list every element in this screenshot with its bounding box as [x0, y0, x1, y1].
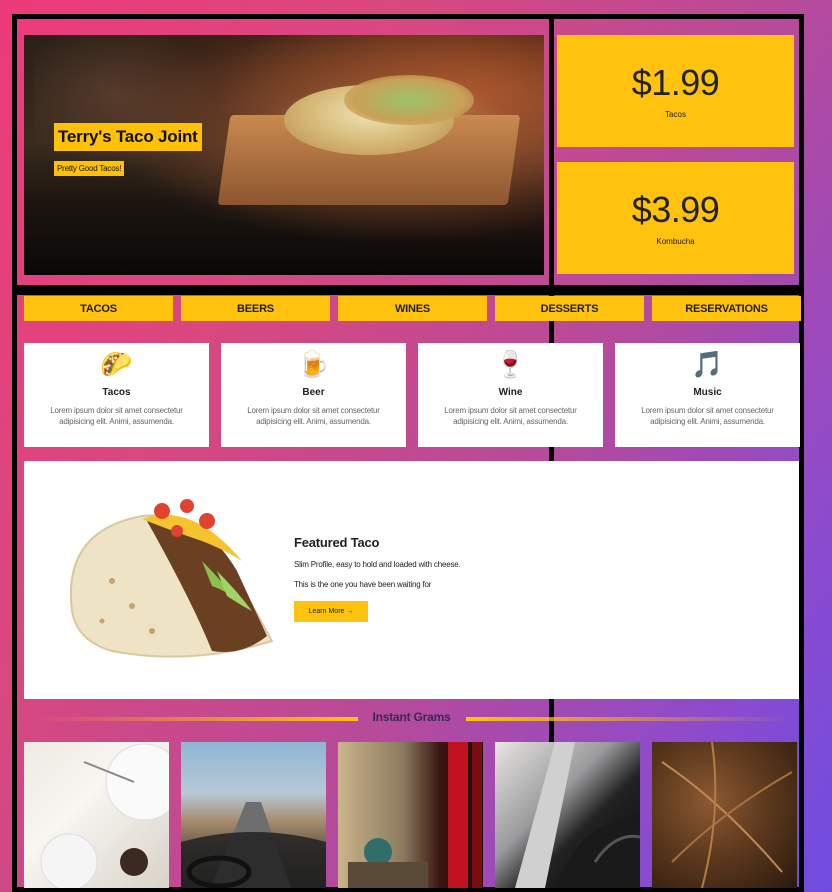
feature-text: Lorem ipsum dolor sit amet consectetur a… [444, 406, 577, 426]
main-nav: TACOS BEERS WINES DESSERTS RESERVATIONS [24, 296, 801, 321]
featured-taco-section: Featured Taco Slim Profile, easy to hold… [24, 461, 799, 699]
nav-wines[interactable]: WINES [338, 296, 487, 321]
price-amount: $1.99 [631, 62, 720, 103]
architecture-photo[interactable] [495, 742, 640, 888]
wine-icon: 🍷 [494, 349, 527, 379]
instant-grams-header: Instant Grams [24, 709, 799, 727]
feature-title: Beer [302, 387, 325, 398]
feature-card-tacos: 🌮 Tacos Lorem ipsum dolor sit amet conse… [24, 343, 209, 447]
instant-grams-gallery [24, 742, 797, 888]
exchange-sign-photo-art [348, 742, 482, 888]
hero-banner: Terry's Taco Joint Pretty Good Tacos! [24, 35, 544, 275]
nav-desserts[interactable]: DESSERTS [495, 296, 644, 321]
nav-beers[interactable]: BEERS [181, 296, 330, 321]
featured-description-2: This is the one you have been waiting fo… [294, 580, 432, 589]
price-card-tacos: $1.99 Tacos [557, 35, 794, 147]
beer-icon: 🍺 [297, 349, 330, 379]
taco-icon: 🌮 [100, 349, 133, 379]
fern-leaves-photo-art [661, 742, 793, 888]
nav-reservations[interactable]: RESERVATIONS [652, 296, 801, 321]
hero-subtitle: Pretty Good Tacos! [54, 161, 125, 176]
feature-title: Music [693, 387, 722, 398]
feature-title: Tacos [102, 387, 131, 398]
baking-photo[interactable] [24, 742, 169, 888]
architecture-photo-art [515, 742, 640, 888]
header-divider-right [466, 717, 791, 721]
price-card-kombucha: $3.99 Kombucha [557, 162, 794, 274]
exchange-sign-photo[interactable] [338, 742, 483, 888]
hero-title: Terry's Taco Joint [54, 123, 202, 151]
featured-taco-image [69, 499, 274, 658]
road-trip-photo-art [181, 802, 326, 888]
features-row: 🌮 Tacos Lorem ipsum dolor sit amet conse… [24, 343, 800, 447]
feature-title: Wine [498, 387, 523, 398]
price-amount: $3.99 [631, 189, 720, 230]
feature-text: Lorem ipsum dolor sit amet consectetur a… [641, 406, 774, 426]
feature-card-beer: 🍺 Beer Lorem ipsum dolor sit amet consec… [221, 343, 406, 447]
feature-card-music: 🎵 Music Lorem ipsum dolor sit amet conse… [615, 343, 800, 447]
featured-title: Featured Taco [294, 535, 380, 550]
nav-tacos[interactable]: TACOS [24, 296, 173, 321]
feature-text: Lorem ipsum dolor sit amet consectetur a… [247, 406, 380, 426]
hero-taco-topping [344, 75, 474, 125]
learn-more-button[interactable]: Learn More → [294, 601, 368, 622]
music-icon: 🎵 [691, 349, 724, 379]
road-trip-photo[interactable] [181, 742, 326, 888]
fern-leaves-photo[interactable] [652, 742, 797, 888]
price-label: Tacos [665, 110, 686, 119]
feature-text: Lorem ipsum dolor sit amet consectetur a… [50, 406, 183, 426]
baking-photo-art [40, 743, 169, 888]
featured-description-1: Slim Profile, easy to hold and loaded wi… [294, 560, 461, 569]
price-label: Kombucha [656, 237, 695, 246]
feature-card-wine: 🍷 Wine Lorem ipsum dolor sit amet consec… [418, 343, 603, 447]
